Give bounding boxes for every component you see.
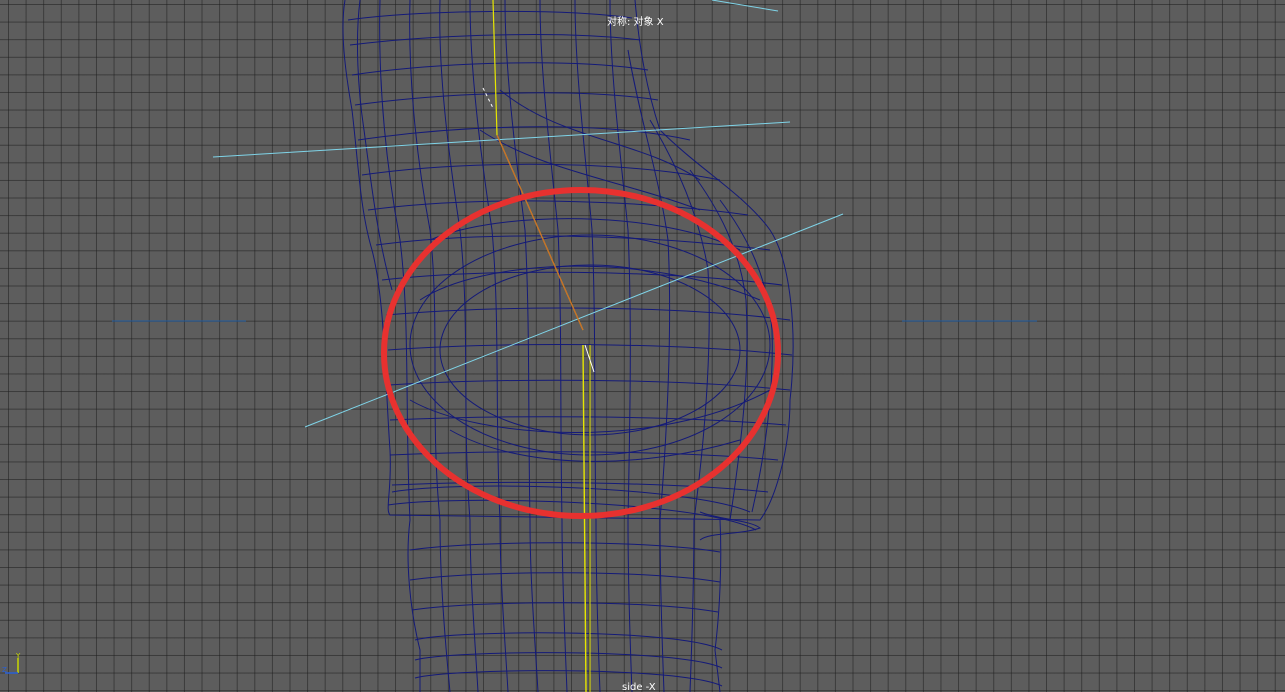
annotation-circle — [381, 187, 781, 519]
z-axis-label: Z — [2, 666, 7, 674]
wireframe-mesh[interactable] — [342, 0, 794, 692]
scene-canvas[interactable] — [0, 0, 1285, 692]
side-viewport[interactable]: 对称: 对象 X side -X Y Z — [0, 0, 1285, 692]
joint-chain[interactable] — [482, 0, 595, 692]
symmetry-status-label: 对称: 对象 X — [607, 17, 664, 28]
y-axis-label: Y — [15, 652, 21, 660]
camera-name-label: side -X — [622, 682, 656, 692]
view-axis-icon: Y Z — [2, 652, 21, 674]
